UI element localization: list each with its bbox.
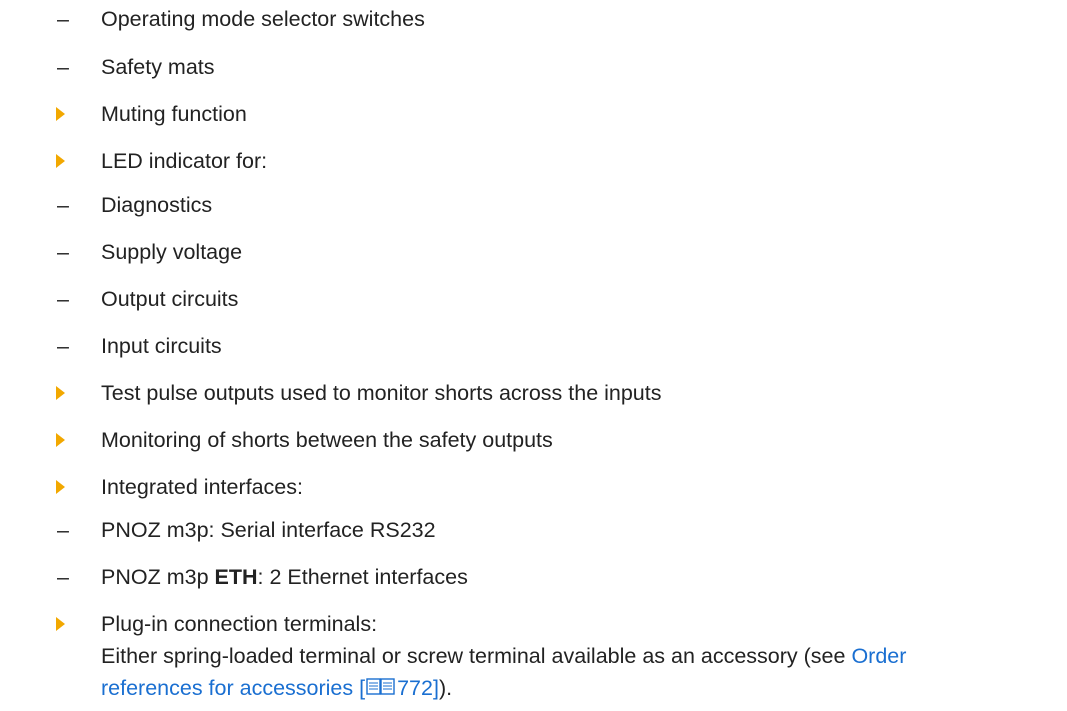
list-item-text: Output circuits — [101, 287, 239, 311]
list-item-text: LED indicator for: — [101, 149, 268, 173]
list-item-text: PNOZ m3p ETH: 2 Ethernet interfaces — [101, 563, 468, 591]
dash-marker: – — [57, 193, 69, 217]
list-item-text: Operating mode selector switches — [101, 7, 425, 31]
list-item-text: Safety mats — [101, 55, 215, 79]
dash-marker: – — [57, 518, 69, 542]
orange-triangle-bullet-icon — [56, 433, 65, 447]
orange-triangle-bullet-icon — [56, 480, 65, 494]
continuation-text: Either spring-loaded terminal or screw t… — [101, 642, 906, 670]
list-item-text: Integrated interfaces: — [101, 475, 303, 499]
dash-marker: – — [57, 287, 69, 311]
page-reference-link[interactable]: 772] — [397, 676, 439, 700]
orange-triangle-bullet-icon — [56, 107, 65, 121]
continuation-text-plain: Either spring-loaded terminal or screw t… — [101, 644, 852, 668]
order-references-link[interactable]: references for accessories [ — [101, 676, 365, 700]
book-icon[interactable] — [366, 676, 396, 704]
orange-triangle-bullet-icon — [56, 617, 65, 631]
text-post: : 2 Ethernet interfaces — [257, 565, 468, 589]
continuation-text: references for accessories [ 772]). — [101, 674, 452, 704]
text-pre: PNOZ m3p — [101, 565, 215, 589]
orange-triangle-bullet-icon — [56, 386, 65, 400]
text-bold: ETH — [214, 565, 258, 589]
orange-triangle-bullet-icon — [56, 154, 65, 168]
list-item-text: PNOZ m3p: Serial interface RS232 — [101, 518, 436, 542]
dash-marker: – — [57, 240, 69, 264]
list-item-text: Plug-in connection terminals: — [101, 612, 378, 636]
list-item-text: Diagnostics — [101, 193, 213, 217]
dash-marker: – — [57, 55, 69, 79]
order-references-link[interactable]: Order — [851, 644, 906, 668]
list-item-text: Monitoring of shorts between the safety … — [101, 428, 553, 452]
list-item-text: Muting function — [101, 102, 247, 126]
dash-marker: – — [57, 7, 69, 31]
list-item-text: Input circuits — [101, 334, 222, 358]
list-item-text: Supply voltage — [101, 240, 243, 264]
dash-marker: – — [57, 334, 69, 358]
dash-marker: – — [57, 565, 69, 589]
list-item-text: Test pulse outputs used to monitor short… — [101, 381, 662, 405]
continuation-tail: ). — [438, 676, 453, 700]
